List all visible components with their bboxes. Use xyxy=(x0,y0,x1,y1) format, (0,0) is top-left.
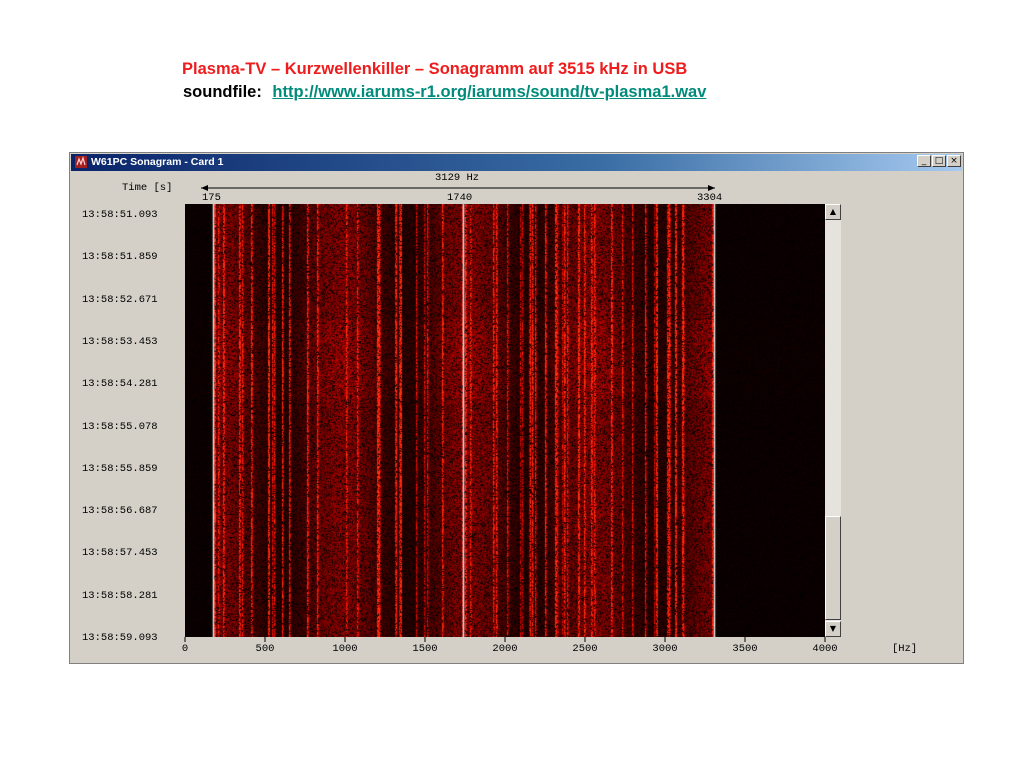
time-label: 13:58:56.687 xyxy=(82,505,158,518)
time-label: 13:58:54.281 xyxy=(82,378,158,391)
marker-right-label: 3304 xyxy=(697,192,723,204)
sonagram-window: W61PC Sonagram - Card 1 _ □ × Time [s] 3… xyxy=(69,152,964,664)
freq-tick-label: 1500 xyxy=(412,643,438,655)
app-icon xyxy=(75,155,87,168)
freq-tick-label: 3000 xyxy=(652,643,678,655)
maximize-button[interactable]: □ xyxy=(932,155,946,167)
freq-tick-label: 2500 xyxy=(572,643,598,655)
freq-tick-label: 4000 xyxy=(812,643,838,655)
spectrogram xyxy=(185,204,825,637)
marker-left-label: 175 xyxy=(202,192,221,204)
time-label: 13:58:51.859 xyxy=(82,251,158,264)
marker-center-label: 1740 xyxy=(447,192,473,204)
scroll-up-button[interactable]: ▲ xyxy=(825,204,841,220)
scroll-down-button[interactable]: ▼ xyxy=(825,621,841,637)
close-button[interactable]: × xyxy=(947,155,961,167)
time-label: 13:58:53.453 xyxy=(82,335,158,348)
freq-tick-label: 2000 xyxy=(492,643,518,655)
frequency-unit: [Hz] xyxy=(892,643,918,655)
spectrogram-canvas xyxy=(185,204,825,637)
time-label: 13:58:51.093 xyxy=(82,209,158,221)
soundfile-link[interactable]: http://www.iarums-r1.org/iarums/sound/tv… xyxy=(272,83,706,101)
window-title: W61PC Sonagram - Card 1 xyxy=(91,156,224,168)
time-label: 13:58:58.281 xyxy=(82,589,158,602)
minimize-button[interactable]: _ xyxy=(917,155,931,167)
time-label: 13:58:55.859 xyxy=(82,462,158,475)
time-label: 13:58:52.671 xyxy=(82,293,158,306)
scroll-thumb[interactable] xyxy=(825,516,841,620)
soundfile-label: soundfile: xyxy=(183,83,262,101)
title-bar[interactable]: W61PC Sonagram - Card 1 xyxy=(71,154,962,171)
vertical-scrollbar[interactable]: ▲ ▼ xyxy=(825,204,841,637)
time-label: 13:58:55.078 xyxy=(82,420,158,433)
time-axis-label: Time [s] xyxy=(122,182,173,194)
freq-tick-label: 500 xyxy=(255,643,275,655)
slide-title: Plasma-TV – Kurzwellenkiller – Sonagramm… xyxy=(182,60,688,78)
time-label: 13:58:59.093 xyxy=(82,632,158,644)
freq-tick-label: 3500 xyxy=(732,643,758,655)
time-label: 13:58:57.453 xyxy=(82,547,158,560)
freq-tick-label: 0 xyxy=(181,643,189,655)
freq-tick-label: 1000 xyxy=(332,643,358,655)
soundfile-line: soundfile: http://www.iarums-r1.org/iaru… xyxy=(183,83,706,102)
